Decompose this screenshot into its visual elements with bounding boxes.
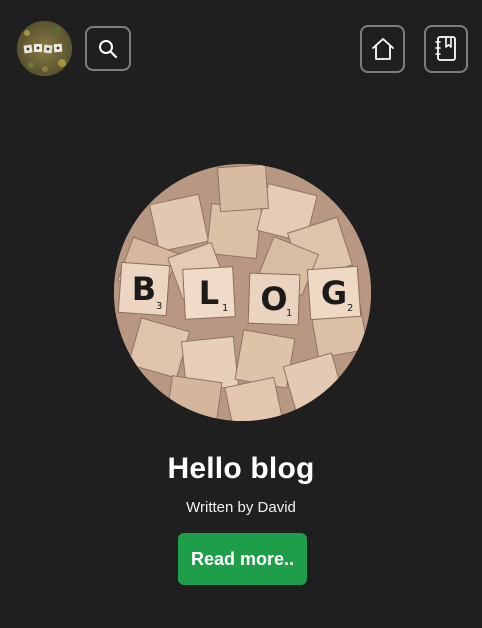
home-button[interactable] bbox=[360, 25, 405, 73]
profile-avatar-icon bbox=[17, 21, 72, 76]
profile-avatar[interactable] bbox=[17, 21, 72, 76]
scrabble-tiles-image: B L O G 3 1 1 2 bbox=[114, 164, 371, 421]
notebook-bookmark-icon bbox=[435, 36, 456, 61]
home-icon bbox=[371, 38, 394, 60]
tile-score: 3 bbox=[156, 301, 162, 312]
page: B L O G 3 1 1 2 Hello blog Written by Da… bbox=[0, 0, 482, 628]
tile-letter: O bbox=[260, 280, 287, 318]
top-navigation bbox=[0, 0, 482, 90]
tile-score: 2 bbox=[347, 303, 353, 314]
post-title: Hello blog bbox=[167, 452, 315, 485]
read-more-button[interactable]: Read more.. bbox=[178, 533, 307, 585]
post-author: Written by David bbox=[186, 499, 296, 516]
tile-letter: B bbox=[132, 270, 156, 308]
blog-button[interactable] bbox=[424, 25, 468, 73]
search-icon bbox=[99, 39, 118, 58]
tile-score: 1 bbox=[222, 303, 228, 314]
tile-score: 1 bbox=[286, 308, 292, 319]
post-cover-image: B L O G 3 1 1 2 bbox=[114, 164, 371, 421]
search-button[interactable] bbox=[85, 26, 131, 71]
tile-letter: G bbox=[321, 274, 347, 312]
tile-letter: L bbox=[199, 274, 219, 312]
